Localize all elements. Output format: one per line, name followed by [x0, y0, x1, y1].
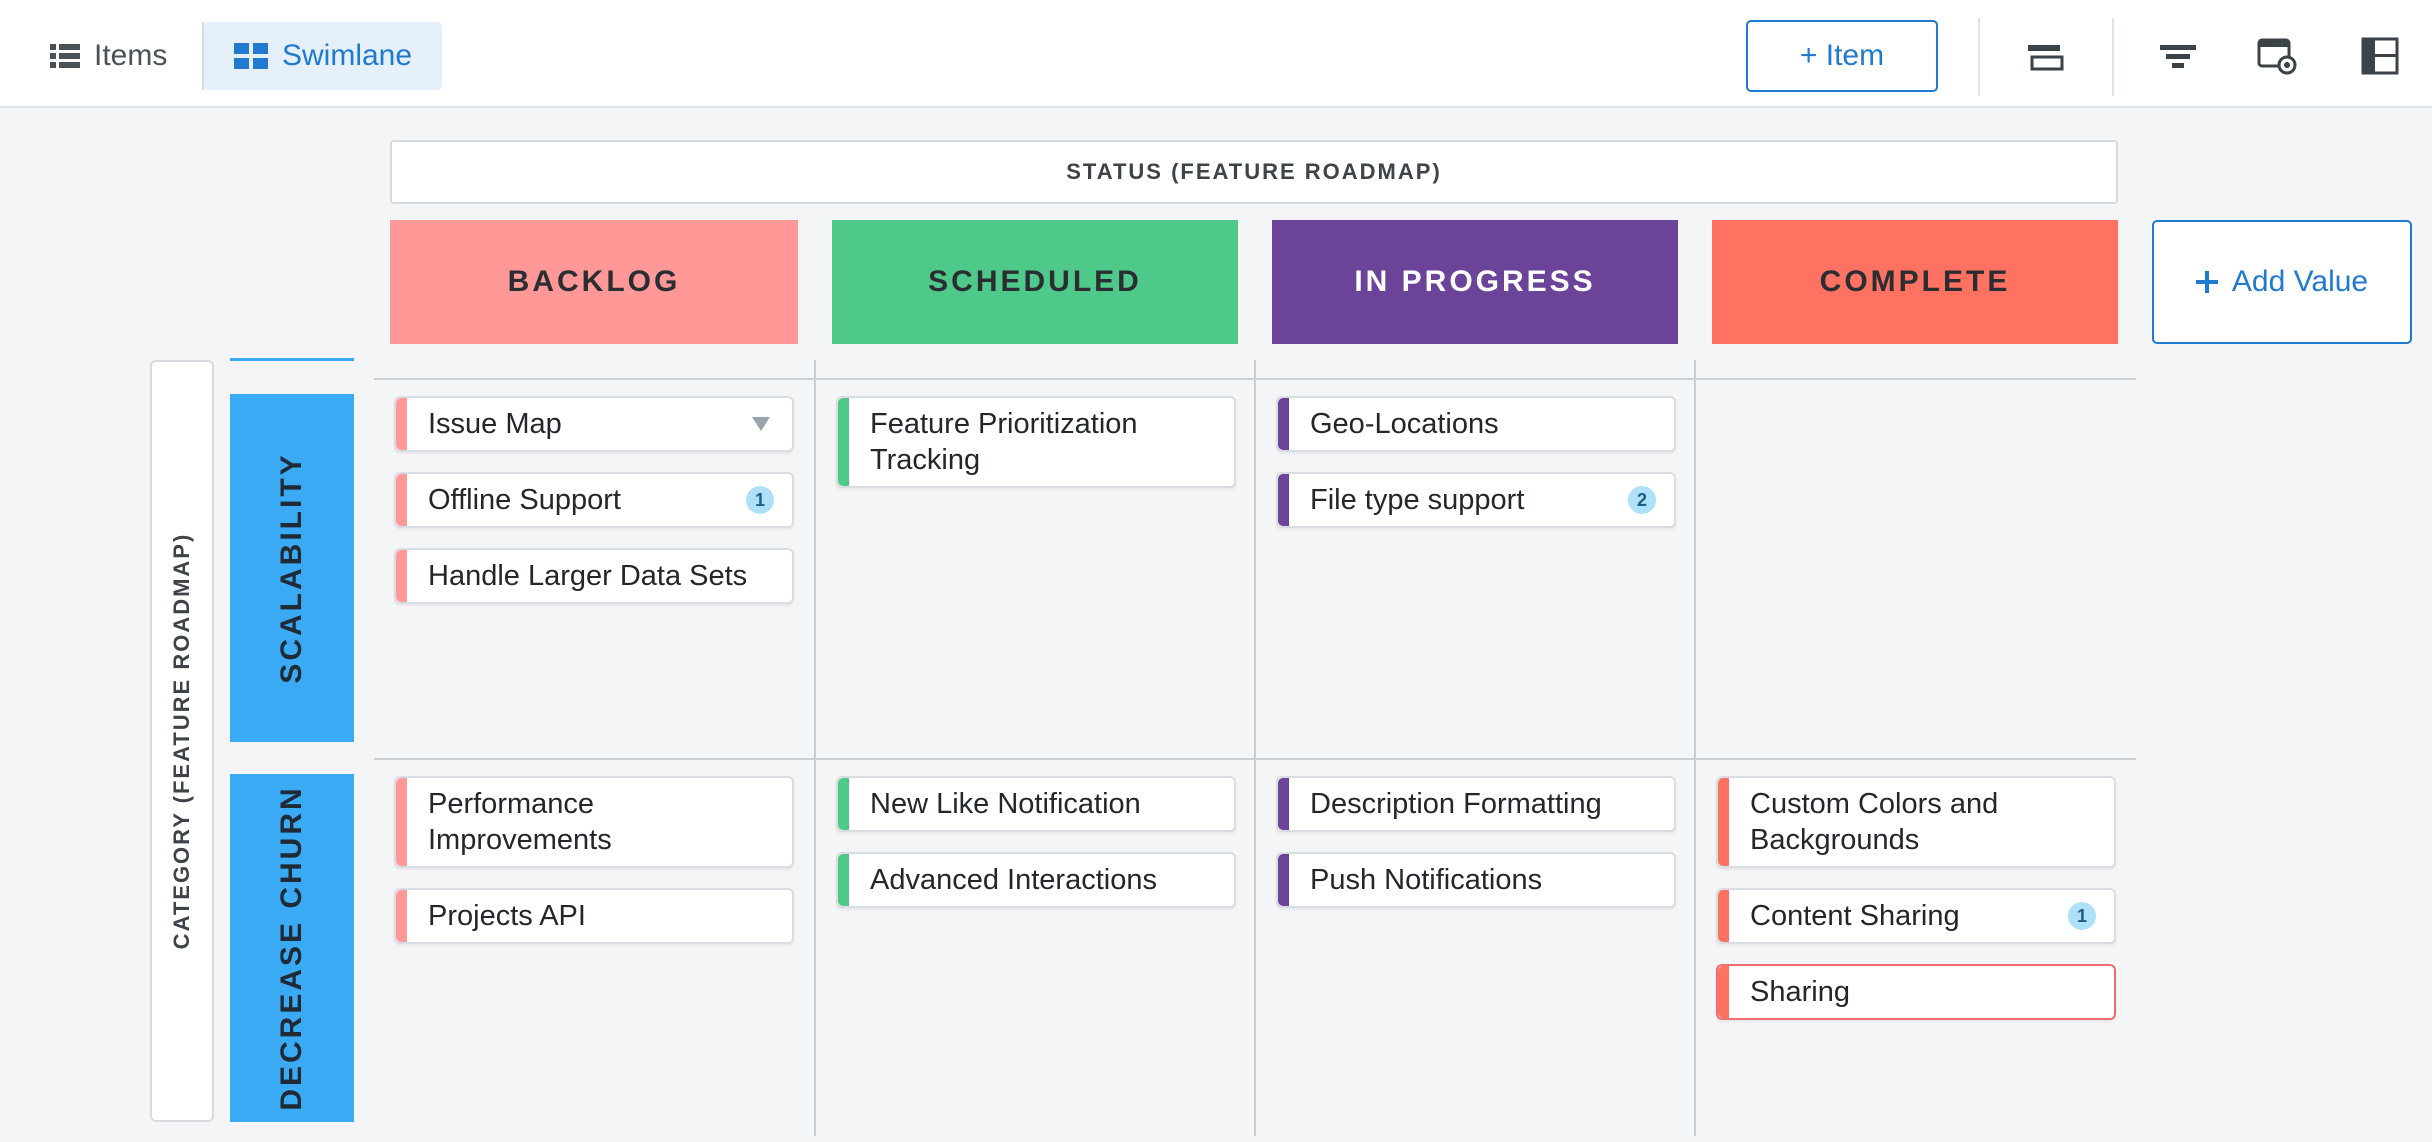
plus-icon — [2195, 271, 2218, 293]
card-count-badge: 2 — [1628, 486, 1656, 514]
card-geo-locations[interactable]: Geo-Locations — [1276, 396, 1676, 452]
add-item-button[interactable]: + Item — [1746, 20, 1938, 92]
card-new-like-notification[interactable]: New Like Notification — [836, 776, 1236, 832]
card-title: Projects API — [428, 900, 586, 932]
card-sharing[interactable]: Sharing — [1716, 964, 2116, 1020]
card-title: Feature Prioritization Tracking — [870, 408, 1138, 476]
card-title: File type support — [1310, 484, 1525, 516]
status-field-header: STATUS (FEATURE ROADMAP) — [390, 140, 2118, 204]
card-file-type-support[interactable]: File type support 2 — [1276, 472, 1676, 528]
card-issue-map[interactable]: Issue Map — [394, 396, 794, 452]
card-count-badge: 1 — [2068, 902, 2096, 930]
card-title: Issue Map — [428, 408, 562, 440]
card-title: Handle Larger Data Sets — [428, 560, 748, 592]
add-value-label: Add Value — [2231, 265, 2369, 298]
row-label-scalability: SCALABILITY — [275, 452, 308, 684]
column-header-scheduled[interactable]: SCHEDULED — [832, 220, 1238, 344]
collapse-icon[interactable] — [2020, 30, 2072, 82]
column-header-in-progress[interactable]: IN PROGRESS — [1272, 220, 1678, 344]
card-count-badge: 1 — [746, 486, 774, 514]
card-content-sharing[interactable]: Content Sharing 1 — [1716, 888, 2116, 944]
tab-swimlane-label: Swimlane — [282, 39, 413, 72]
grid-line — [1694, 360, 1696, 1136]
row-header-placeholder — [230, 358, 354, 361]
dropdown-caret-icon[interactable] — [752, 417, 770, 431]
category-field-header: CATEGORY (FEATURE ROADMAP) — [150, 360, 214, 1122]
view-settings-icon[interactable] — [2252, 30, 2304, 82]
add-item-label: + Item — [1799, 39, 1885, 72]
card-title: Geo-Locations — [1310, 408, 1499, 440]
card-offline-support[interactable]: Offline Support 1 — [394, 472, 794, 528]
card-feature-prioritization-tracking[interactable]: Feature Prioritization Tracking — [836, 396, 1236, 488]
grid-line — [814, 360, 816, 1136]
card-title: Description Formatting — [1310, 788, 1602, 820]
layout-icon[interactable] — [2354, 30, 2406, 82]
card-handle-larger-data-sets[interactable]: Handle Larger Data Sets — [394, 548, 794, 604]
add-value-button[interactable]: Add Value — [2152, 220, 2412, 344]
tab-items-label: Items — [94, 39, 168, 72]
card-custom-colors-and-backgrounds[interactable]: Custom Colors and Backgrounds — [1716, 776, 2116, 868]
card-title: Content Sharing — [1750, 900, 1960, 932]
row-header-scalability[interactable]: SCALABILITY — [230, 394, 354, 742]
column-header-complete[interactable]: COMPLETE — [1712, 220, 2118, 344]
card-title: Custom Colors and Backgrounds — [1750, 788, 1999, 856]
card-advanced-interactions[interactable]: Advanced Interactions — [836, 852, 1236, 908]
column-header-backlog[interactable]: BACKLOG — [390, 220, 798, 344]
list-icon — [50, 44, 80, 68]
category-field-label: CATEGORY (FEATURE ROADMAP) — [169, 532, 194, 950]
card-push-notifications[interactable]: Push Notifications — [1276, 852, 1676, 908]
filter-icon[interactable] — [2152, 30, 2204, 82]
card-title: Sharing — [1750, 976, 1850, 1008]
card-performance-improvements[interactable]: Performance Improvements — [394, 776, 794, 868]
card-projects-api[interactable]: Projects API — [394, 888, 794, 944]
card-title: Advanced Interactions — [870, 864, 1157, 896]
grid-line — [1254, 360, 1256, 1136]
card-title: Performance Improvements — [428, 788, 612, 856]
card-title: Push Notifications — [1310, 864, 1543, 896]
card-title: New Like Notification — [870, 788, 1141, 820]
grid-icon — [234, 43, 268, 69]
tab-swimlane[interactable]: Swimlane — [204, 22, 443, 90]
row-header-decrease-churn[interactable]: DECREASE CHURN — [230, 774, 354, 1122]
tab-items[interactable]: Items — [20, 22, 197, 90]
toolbar-divider — [2112, 18, 2114, 96]
card-description-formatting[interactable]: Description Formatting — [1276, 776, 1676, 832]
row-label-decrease-churn: DECREASE CHURN — [275, 785, 308, 1111]
toolbar-divider — [1978, 18, 1980, 96]
card-title: Offline Support — [428, 484, 621, 516]
